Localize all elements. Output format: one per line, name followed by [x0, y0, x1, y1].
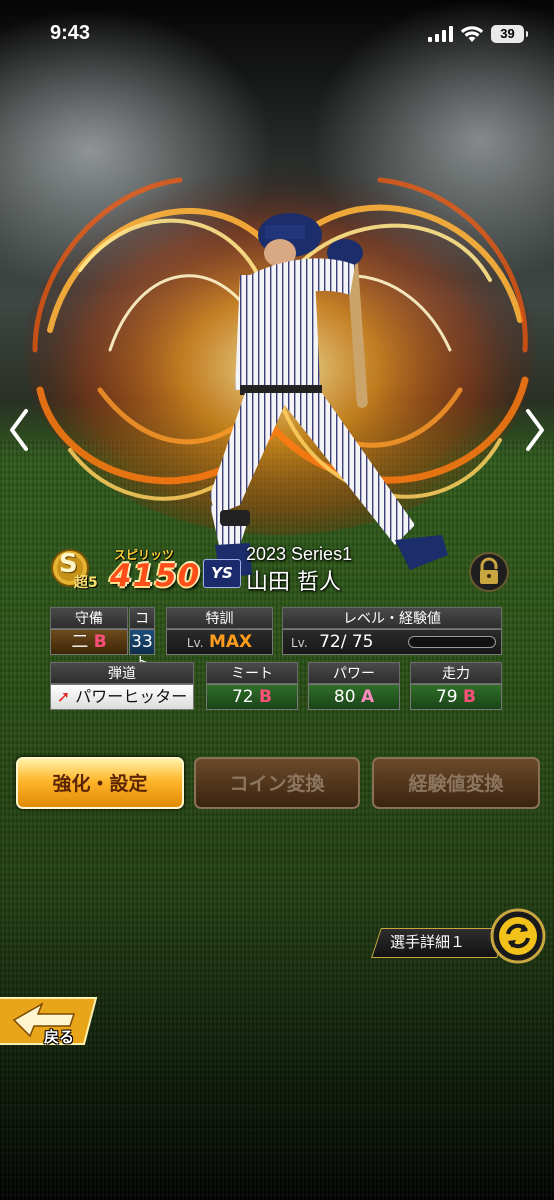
- player-detail-label[interactable]: 選手詳細１: [390, 931, 465, 952]
- meet-value-box: 72 B: [206, 684, 298, 710]
- status-bar: 9:43 39: [0, 0, 554, 70]
- cost-header: コスト: [129, 607, 155, 671]
- wifi-icon: [460, 26, 484, 42]
- exp-convert-button[interactable]: 経験値変換: [372, 757, 540, 809]
- meet-grade: B: [259, 687, 272, 707]
- trajectory-value-box: ➚ パワーヒッター: [50, 684, 194, 710]
- back-label[interactable]: 戻る: [44, 1026, 74, 1047]
- exp-bar: [408, 636, 496, 648]
- spirits-value: 4150: [110, 558, 201, 594]
- rank-sub: 超5: [74, 575, 98, 591]
- trajectory-value: パワーヒッター: [75, 687, 188, 706]
- training-value: MAX: [208, 632, 253, 652]
- level-separator: /: [340, 632, 352, 652]
- defense-value-box: 二 B: [50, 629, 128, 655]
- coin-convert-button[interactable]: コイン変換: [194, 757, 360, 809]
- level-max: 75: [351, 632, 374, 652]
- cellular-signal-icon: [428, 26, 453, 42]
- power-header: パワー: [308, 662, 400, 684]
- previous-card-arrow-icon[interactable]: [4, 405, 34, 455]
- next-card-arrow-icon[interactable]: [520, 405, 550, 455]
- level-header: レベル・経験値: [282, 607, 502, 629]
- series-label: 2023 Series1: [246, 544, 353, 564]
- meet-value: 72: [231, 687, 254, 707]
- trajectory-arrow-icon: ➚: [56, 687, 71, 706]
- swap-cycle-icon[interactable]: [490, 908, 546, 964]
- training-header: 特訓: [166, 607, 273, 629]
- speed-header: 走力: [410, 662, 502, 684]
- battery-icon: 39: [491, 25, 528, 43]
- player-name: 山田 哲人: [246, 570, 341, 595]
- training-lv-prefix: Lv.: [186, 636, 204, 650]
- speed-value-box: 79 B: [410, 684, 502, 710]
- level-current: 72: [319, 632, 341, 652]
- power-value-box: 80 A: [308, 684, 400, 710]
- speed-grade: B: [463, 687, 476, 707]
- level-lv-prefix: Lv.: [291, 636, 308, 650]
- status-time: 9:43: [50, 22, 91, 44]
- enhance-settings-button[interactable]: 強化・設定: [16, 757, 184, 809]
- speed-value: 79: [435, 687, 458, 707]
- lock-icon[interactable]: [468, 551, 510, 593]
- power-grade: A: [360, 687, 375, 707]
- power-value: 80: [333, 687, 356, 707]
- defense-position: 二: [71, 632, 89, 652]
- team-logo: YS: [203, 559, 241, 588]
- meet-header: ミート: [206, 662, 298, 684]
- player-art: [210, 213, 448, 577]
- training-value-box: Lv. MAX: [166, 629, 273, 655]
- defense-header: 守備: [50, 607, 128, 629]
- defense-grade: B: [93, 632, 107, 652]
- trajectory-header: 弾道: [50, 662, 194, 684]
- cost-value: 33: [129, 629, 155, 655]
